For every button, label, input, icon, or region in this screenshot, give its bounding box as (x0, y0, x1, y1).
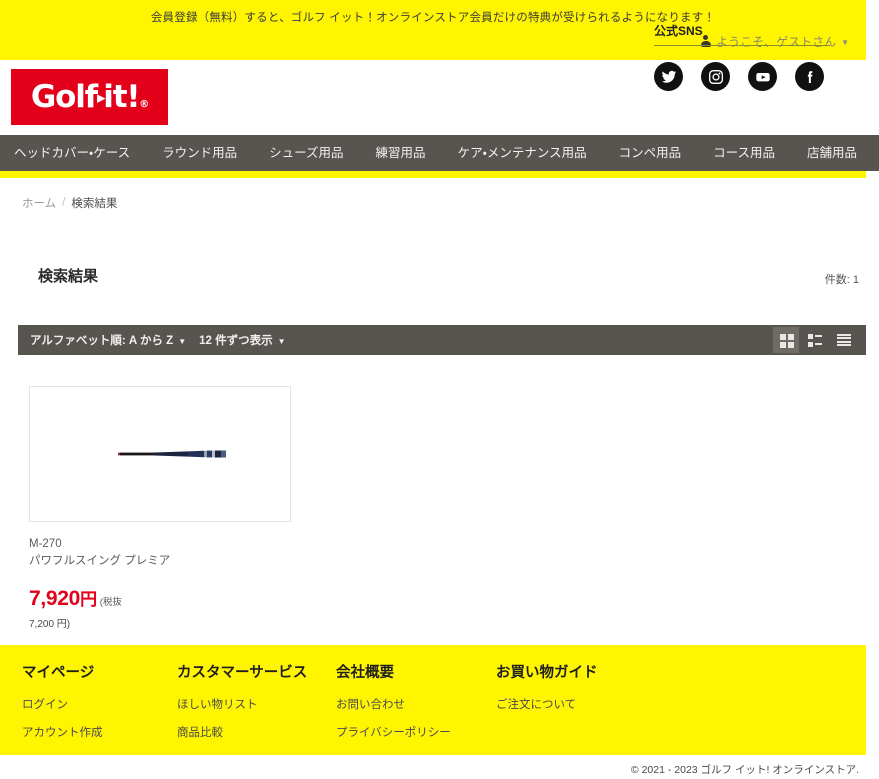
footer-heading-1: カスタマーサービス (177, 665, 308, 681)
results-count: 件数: 1 (824, 274, 859, 286)
product-sku: M-270 (29, 538, 62, 550)
nav-item-3[interactable]: 練習用品 (360, 135, 442, 171)
twitter-icon[interactable] (654, 62, 683, 91)
logo-triangle-icon: ▸ (96, 88, 106, 108)
sort-label: アルファベット順: A から Z (30, 335, 174, 347)
youtube-icon[interactable] (748, 62, 777, 91)
footer-link[interactable]: プライバシーポリシー (336, 724, 451, 740)
product-card[interactable]: M-270 パワフルスイング プレミア 7,920円 (税抜 7,200 円) (29, 386, 291, 630)
per-page-dropdown[interactable]: 12 件ずつ表示 ▼ (199, 332, 285, 348)
chevron-down-icon: ▼ (178, 336, 187, 346)
view-mode-list-detail-button[interactable] (802, 327, 828, 353)
breadcrumb-current: 検索結果 (71, 198, 118, 210)
sns-section: 公式SNS (654, 22, 834, 91)
nav-item-2[interactable]: シューズ用品 (253, 135, 359, 171)
product-price-row: 7,920円 (税抜 (29, 585, 291, 611)
nav-accent-bar (0, 171, 866, 178)
main-navigation: ヘッドカバー・ケース ラウンド用品 シューズ用品 練習用品 ケア・メンテナンス用品 コンペ… (0, 135, 879, 171)
instagram-icon[interactable] (701, 62, 730, 91)
sort-dropdown[interactable]: アルファベット順: A から Z ▼ (30, 332, 186, 348)
footer-column-0: マイページログインアカウント作成 (22, 661, 103, 752)
golf-swing-trainer-image (118, 450, 226, 458)
logo-registered-icon: ® (139, 99, 149, 110)
facebook-icon[interactable] (795, 62, 824, 91)
footer-link[interactable]: 商品比較 (177, 724, 307, 740)
price-currency: 円 (80, 590, 97, 610)
footer-link[interactable]: ほしい物リスト (177, 696, 307, 712)
footer-heading-0: マイページ (22, 665, 95, 681)
list-detail-view-icon (808, 333, 822, 347)
nav-item-4[interactable]: ケア・メンテナンス用品 (442, 135, 603, 171)
page-root: 会員登録（無料）すると、ゴルフ イット！オンラインストア会員だけの特典が受けられ… (0, 0, 879, 779)
per-page-label: 12 件ずつ表示 (199, 335, 273, 347)
footer-heading-2: 会社概要 (336, 665, 394, 681)
chevron-down-icon: ▼ (841, 38, 849, 47)
nav-item-0[interactable]: ヘッドカバー・ケース (0, 135, 146, 171)
footer-column-2: 会社概要お問い合わせ プライバシーポリシー (336, 661, 451, 752)
footer-link[interactable]: ログイン (22, 696, 103, 712)
youtube-glyph (755, 72, 770, 81)
footer-column-3: お買い物ガイド ご注文について (496, 661, 598, 724)
site-footer: マイページ ログイン アカウント作成 カスタマーサービス ほしい物リスト 商品比較 会社概要… (0, 645, 866, 755)
results-toolbar: アルファベット順: A から Z ▼ 12 件ずつ表示 ▼ (18, 325, 866, 355)
footer-link[interactable]: ご注文について (496, 696, 598, 712)
nav-item-5[interactable]: コンペ用品 (603, 135, 698, 171)
logo-tail: it! (103, 79, 140, 115)
page-title: 検索結果 (38, 268, 99, 285)
nav-item-7[interactable]: 店舗用品 (791, 135, 873, 171)
sns-heading: 公式SNS (654, 22, 830, 46)
view-mode-list-compact-button[interactable] (831, 327, 857, 353)
view-mode-switcher (773, 327, 866, 353)
footer-column-1: カスタマーサービス ほしい物リスト 商品比較 (177, 661, 307, 752)
nav-item-1[interactable]: ラウンド用品 (146, 135, 253, 171)
instagram-glyph (708, 69, 723, 84)
view-mode-grid-button[interactable] (773, 327, 799, 353)
site-logo[interactable]: Golf ▸ it! ® (11, 69, 168, 125)
product-title: パワフルスイング プレミア (29, 554, 171, 567)
chevron-down-icon: ▼ (277, 336, 286, 346)
breadcrumb-separator: / (62, 197, 66, 209)
product-thumbnail[interactable] (29, 386, 291, 522)
footer-link[interactable]: アカウント作成 (22, 724, 103, 740)
footer-heading-3: お買い物ガイド (496, 665, 598, 681)
breadcrumb-home[interactable]: ホーム (22, 195, 56, 211)
logo-text: Golf ▸ it! ® (30, 79, 149, 115)
sns-icon-list (654, 62, 834, 91)
product-name: M-270 パワフルスイング プレミア (29, 536, 291, 569)
nav-item-6[interactable]: コース用品 (697, 135, 791, 171)
list-compact-view-icon (837, 334, 851, 346)
price-value: 7,920 (29, 587, 81, 611)
nav-item-8[interactable]: 名入れ商品・販促 (873, 135, 879, 171)
product-price: 7,920円 (29, 585, 97, 611)
price-tax-note: (税抜 (99, 597, 122, 609)
facebook-glyph (807, 70, 812, 83)
copyright-text: © 2021 - 2023 ゴルフ イット! オンラインストア. (630, 764, 859, 776)
breadcrumb: ホーム / 検索結果 (22, 195, 117, 211)
twitter-glyph (661, 70, 676, 83)
grid-view-icon (779, 333, 794, 348)
logo-main: Golf (30, 79, 98, 115)
footer-link[interactable]: お問い合わせ (336, 696, 451, 712)
price-tax-excluded: 7,200 円) (29, 619, 71, 631)
